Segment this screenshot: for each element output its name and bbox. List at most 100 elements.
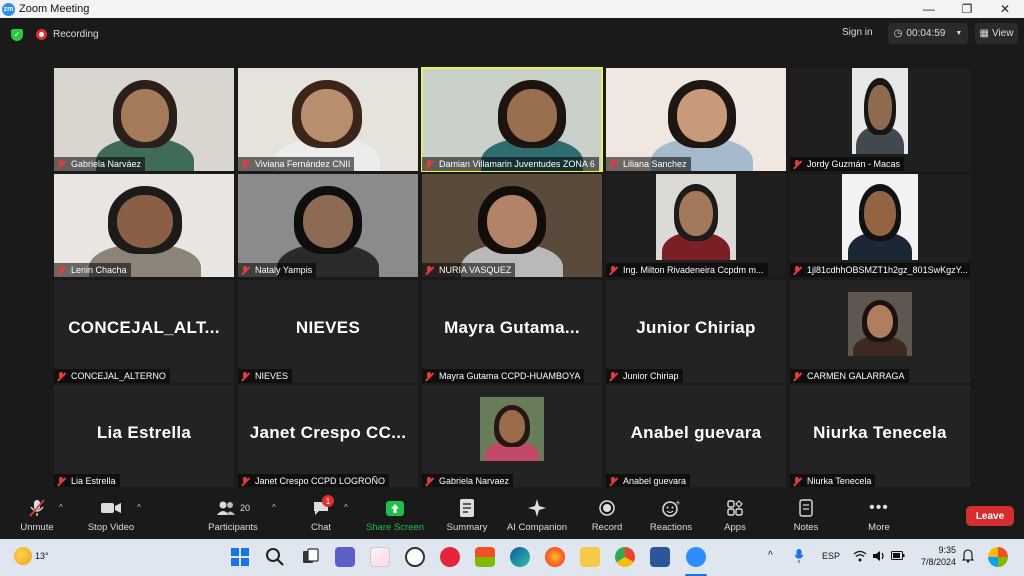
microsoft-store-icon[interactable] — [475, 547, 495, 567]
person-face — [506, 88, 558, 143]
participant-tile[interactable]: NURIA VASQUEZ — [422, 174, 602, 277]
participant-tile[interactable]: Liliana Sanchez — [606, 68, 786, 171]
participant-name-label: Janet Crespo CCPD LOGROÑO — [238, 474, 390, 488]
participant-name-label: NURIA VASQUEZ — [422, 263, 516, 277]
record-label: Record — [591, 522, 623, 533]
chat-button[interactable]: 1 Chat — [302, 487, 340, 539]
clock-widget[interactable]: 9:35 7/8/2024 — [912, 544, 956, 568]
more-button[interactable]: ••• More — [862, 487, 896, 539]
task-view-icon[interactable] — [300, 547, 320, 567]
ai-companion-button[interactable]: AI Companion — [504, 487, 570, 539]
participant-tile[interactable]: Lenin Chacha — [54, 174, 234, 277]
dell-icon[interactable] — [405, 547, 425, 567]
mic-muted-icon — [425, 159, 434, 169]
participant-name-label: CONCEJAL_ALTERNO — [54, 369, 170, 383]
participant-display-name: Lia Estrella — [96, 423, 192, 442]
copilot-icon[interactable] — [988, 547, 1008, 567]
participant-tile[interactable]: Junior Chiriap Junior Chiriap — [606, 280, 786, 383]
participant-tile[interactable]: Nataly Yampis — [238, 174, 418, 277]
chat-options-caret[interactable]: ^ — [344, 503, 348, 512]
participants-label: Participants — [208, 522, 258, 533]
language-indicator[interactable]: ESP — [822, 551, 840, 561]
mic-muted-icon — [241, 265, 250, 275]
teams-chat-icon[interactable] — [335, 547, 355, 567]
meeting-timer[interactable]: ◷ 00:04:59 ▼ — [888, 23, 968, 44]
mic-muted-icon — [609, 476, 618, 486]
firefox-icon[interactable] — [545, 547, 565, 567]
participant-tile[interactable]: CARMEN GALARRAGA — [790, 280, 970, 383]
edge-icon[interactable] — [510, 547, 530, 567]
opera-icon[interactable] — [440, 547, 460, 567]
participants-button[interactable]: 20 Participants — [204, 487, 262, 539]
participant-name: Lenin Chacha — [71, 265, 127, 275]
participant-tile[interactable]: Anabel guevara Anabel guevara — [606, 385, 786, 488]
notification-bell-icon[interactable] — [961, 549, 975, 565]
participant-tile[interactable]: Gabriela Narváez — [54, 68, 234, 171]
participant-tile[interactable]: Damian Villamarin Juventudes ZONA 6 — [421, 67, 603, 172]
participant-tile[interactable]: NIEVES NIEVES — [238, 280, 418, 383]
stop-video-button[interactable]: Stop Video — [82, 487, 140, 539]
participants-count: 20 — [239, 503, 250, 513]
apps-button[interactable]: Apps — [718, 487, 752, 539]
mic-muted-icon — [793, 371, 802, 381]
microphone-icon[interactable] — [794, 548, 804, 566]
participant-tile[interactable]: Ing. Milton Rivadeneira Ccpdm m... — [606, 174, 786, 277]
video-options-caret[interactable]: ^ — [137, 503, 141, 512]
participant-tile[interactable]: CONCEJAL_ALT... CONCEJAL_ALTERNO — [54, 280, 234, 383]
weather-widget[interactable]: 13° — [14, 547, 49, 565]
unmute-button[interactable]: Unmute — [14, 487, 60, 539]
word-icon[interactable] — [650, 547, 670, 567]
participant-tile[interactable]: Mayra Gutama... Mayra Gutama CCPD-HUAMBOY… — [422, 280, 602, 383]
summary-button[interactable]: Summary — [442, 487, 492, 539]
participant-name-label: Liliana Sanchez — [606, 157, 691, 171]
signin-button[interactable]: Sign in — [842, 27, 873, 38]
participant-tile[interactable]: Niurka Tenecela Niurka Tenecela — [790, 385, 970, 488]
windows-start-icon[interactable] — [230, 547, 250, 567]
file-explorer-icon[interactable] — [580, 547, 600, 567]
minimize-icon[interactable]: — — [910, 0, 948, 18]
record-button[interactable]: Record — [588, 487, 626, 539]
reactions-label: Reactions — [649, 522, 693, 533]
battery-icon[interactable] — [891, 551, 905, 563]
mic-muted-icon — [425, 265, 434, 275]
participant-name: Mayra Gutama CCPD-HUAMBOYA — [439, 371, 581, 381]
close-icon[interactable]: ✕ — [986, 0, 1024, 18]
wifi-icon[interactable] — [853, 550, 867, 564]
mic-muted-icon — [793, 265, 802, 275]
maximize-icon[interactable]: ❐ — [948, 0, 986, 18]
participant-display-name: Niurka Tenecela — [813, 423, 947, 442]
video-camera-icon — [101, 499, 121, 517]
more-label: More — [868, 522, 890, 533]
notes-button[interactable]: Notes — [788, 487, 824, 539]
participant-tile[interactable]: 1jl81cdhhOBSMZT1h2gz_801SwKgzY... — [790, 174, 970, 277]
encryption-shield-icon[interactable]: ✓ — [11, 28, 23, 41]
view-button[interactable]: ▦ View — [975, 23, 1018, 44]
participant-name: Gabriela Narvaez — [439, 476, 510, 486]
search-icon[interactable] — [265, 547, 285, 567]
sparkle-icon — [527, 499, 547, 517]
participant-tile[interactable]: Viviana Fernández CNII — [238, 68, 418, 171]
participants-options-caret[interactable]: ^ — [272, 503, 276, 512]
weather-temp: 13° — [35, 551, 49, 561]
video-feed — [54, 174, 234, 277]
participant-tile[interactable]: Janet Crespo CC... Janet Crespo CCPD LOGR… — [238, 385, 418, 488]
video-feed — [480, 397, 544, 461]
itunes-icon[interactable] — [370, 547, 390, 567]
video-feed — [842, 174, 918, 260]
volume-icon[interactable] — [872, 550, 886, 564]
mic-muted-icon — [241, 371, 250, 381]
leave-button[interactable]: Leave — [966, 506, 1014, 526]
zoom-taskbar-icon[interactable] — [686, 547, 706, 567]
participant-display-name: NIEVES — [295, 318, 361, 337]
share-screen-button[interactable]: Share Screen — [364, 487, 426, 539]
participant-name-label: Gabriela Narvaez — [422, 474, 514, 488]
mic-muted-icon — [793, 159, 802, 169]
participant-tile[interactable]: Gabriela Narvaez — [422, 385, 602, 488]
participant-tile[interactable]: Jordy Guzmán - Macas — [790, 68, 970, 171]
participant-tile[interactable]: Lia Estrella Lia Estrella — [54, 385, 234, 488]
chrome-icon[interactable] — [615, 547, 635, 567]
view-label: View — [991, 28, 1014, 39]
audio-options-caret[interactable]: ^ — [59, 503, 63, 512]
tray-chevron-icon[interactable]: ^ — [768, 550, 773, 561]
reactions-button[interactable]: + Reactions — [646, 487, 696, 539]
